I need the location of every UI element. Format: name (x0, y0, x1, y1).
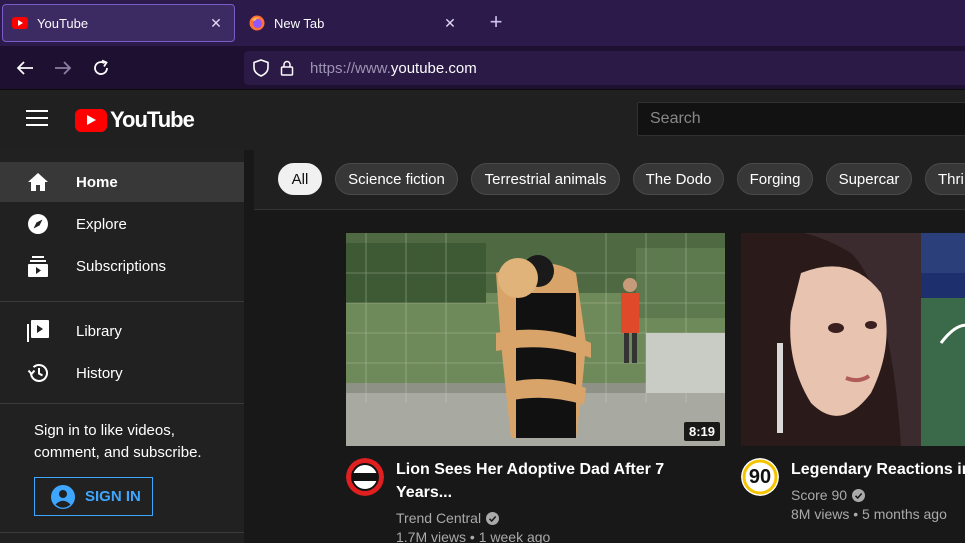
youtube-play-icon (75, 108, 107, 132)
reload-icon (94, 59, 108, 75)
meta-separator: • (853, 506, 863, 522)
channel-name: Trend Central (396, 510, 482, 526)
sidebar-item-label: History (76, 364, 123, 382)
sidebar-item-subscriptions[interactable]: Subscriptions (0, 246, 244, 286)
sidebar-item-label: Explore (76, 215, 127, 233)
sidebar-item-history[interactable]: History (0, 353, 244, 393)
menu-icon[interactable] (26, 110, 48, 130)
browser-tab-strip: YouTube ✕ New Tab ✕ + (0, 0, 965, 46)
forward-button[interactable] (50, 55, 76, 81)
url-scheme: https://www. (310, 59, 391, 77)
video-thumbnail[interactable] (741, 233, 965, 446)
chip-the-dodo[interactable]: The Dodo (633, 163, 724, 195)
signin-prompt: Sign in to like videos, comment, and sub… (34, 422, 202, 461)
chip-forging[interactable]: Forging (737, 163, 813, 195)
search-box (637, 102, 965, 136)
sidebar-item-home[interactable]: Home (0, 162, 244, 202)
back-arrow-icon (16, 61, 33, 75)
youtube-logo-text: YouTube (110, 107, 195, 132)
sidebar-item-label: Library (76, 322, 122, 340)
history-icon (26, 361, 50, 385)
channel-name-row[interactable]: Trend Central (396, 510, 500, 526)
lock-icon[interactable] (278, 59, 296, 77)
sidebar-item-label: Subscriptions (76, 257, 167, 275)
video-grid: 8:19 Lion Sees Her Adoptive Dad After 7 … (254, 210, 965, 543)
new-tab-button[interactable]: + (484, 11, 508, 35)
chip-all[interactable]: All (278, 163, 322, 195)
home-icon (26, 170, 50, 194)
youtube-logo[interactable]: YouTube (75, 107, 195, 133)
compass-icon (26, 212, 50, 236)
library-icon (26, 319, 50, 343)
sign-in-label: SIGN IN (85, 488, 141, 505)
account-icon (51, 484, 75, 509)
url-domain: youtube.com (390, 59, 477, 77)
verified-check-icon (852, 488, 866, 502)
youtube-header: YouTube (0, 90, 965, 150)
tab-youtube[interactable]: YouTube ✕ (2, 4, 235, 42)
video-thumbnail[interactable]: 8:19 (346, 233, 725, 446)
shield-icon[interactable] (252, 59, 270, 77)
firefox-favicon-icon (249, 15, 265, 31)
tab-close-icon[interactable]: ✕ (204, 11, 228, 35)
tab-title: YouTube (37, 15, 89, 31)
video-meta: 8M views • 5 months ago (791, 506, 947, 522)
sign-in-button[interactable]: SIGN IN (34, 477, 153, 516)
sidebar: Home Explore Subscriptions Library Histo… (0, 150, 244, 543)
channel-name-row[interactable]: Score 90 (791, 487, 866, 503)
chip-thri[interactable]: Thri (925, 163, 965, 195)
chip-science-fiction[interactable]: Science fiction (335, 163, 458, 195)
view-count: 8M views (791, 506, 850, 522)
video-meta: 1.7M views • 1 week ago (396, 529, 550, 543)
sidebar-item-label: Home (76, 173, 118, 191)
search-input[interactable] (638, 103, 965, 135)
video-duration: 8:19 (683, 422, 720, 441)
channel-name: Score 90 (791, 487, 848, 503)
channel-avatar[interactable] (346, 458, 384, 496)
youtube-favicon-icon (12, 15, 28, 31)
forward-arrow-icon (55, 61, 72, 75)
verified-check-icon (486, 511, 500, 525)
url-text[interactable]: https://www.youtube.com (310, 60, 477, 77)
video-title[interactable]: Legendary Reactions in (791, 458, 965, 481)
sidebar-divider (0, 403, 244, 404)
chip-supercar[interactable]: Supercar (826, 163, 912, 195)
tab-title: New Tab (274, 15, 325, 31)
upload-age: 1 week ago (478, 529, 551, 543)
sidebar-divider (0, 532, 244, 533)
subscriptions-icon (26, 254, 50, 278)
tab-close-icon[interactable]: ✕ (438, 11, 462, 35)
category-chips-bar: All Science fiction Terrestrial animals … (254, 150, 965, 210)
upload-age: 5 months ago (862, 506, 947, 522)
reload-button[interactable] (88, 55, 114, 81)
video-card[interactable]: 8:19 Lion Sees Her Adoptive Dad After 7 … (346, 233, 725, 543)
sidebar-item-explore[interactable]: Explore (0, 204, 244, 244)
channel-avatar-text: 90 (748, 465, 772, 488)
sidebar-divider (0, 301, 244, 302)
chip-terrestrial-animals[interactable]: Terrestrial animals (471, 163, 620, 195)
tab-new-tab[interactable]: New Tab ✕ (240, 4, 468, 42)
video-title[interactable]: Lion Sees Her Adoptive Dad After 7 Years… (396, 458, 716, 504)
meta-separator: • (469, 529, 479, 543)
back-button[interactable] (12, 55, 38, 81)
video-card[interactable]: 90 Legendary Reactions in Score 90 8M vi… (741, 233, 965, 522)
browser-nav-bar: https://www.youtube.com (0, 46, 965, 90)
view-count: 1.7M views (396, 529, 467, 543)
channel-avatar[interactable]: 90 (741, 458, 779, 496)
url-bar[interactable]: https://www.youtube.com (244, 51, 965, 85)
sidebar-item-library[interactable]: Library (0, 311, 244, 351)
